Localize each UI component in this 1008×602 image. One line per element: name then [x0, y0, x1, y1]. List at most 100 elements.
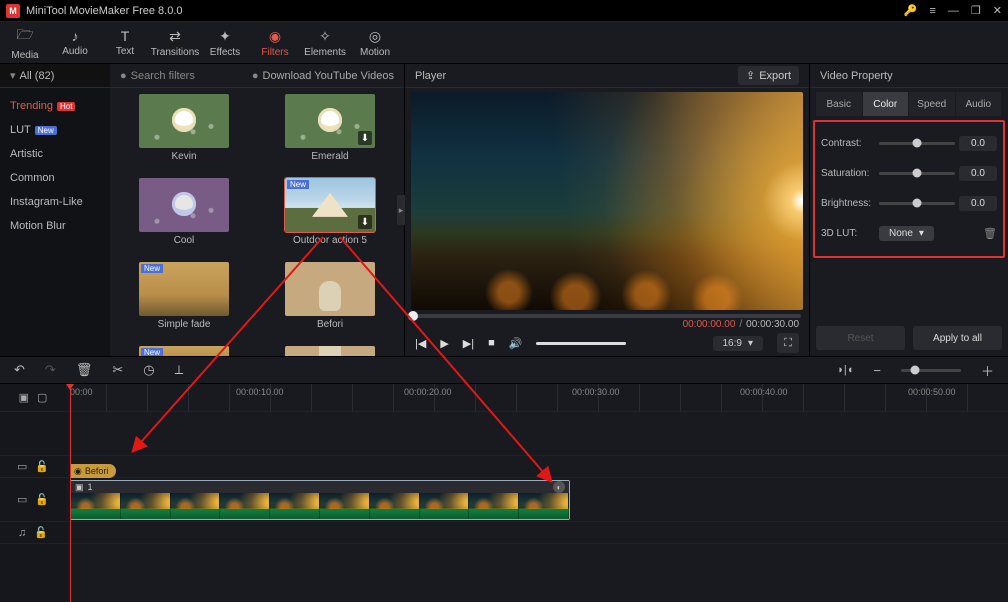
undo-icon[interactable]: ↶ [14, 362, 25, 378]
seek-bar[interactable] [413, 314, 801, 318]
category-common[interactable]: Common [0, 166, 110, 190]
prop-tab-basic[interactable]: Basic [816, 92, 863, 116]
maximize-icon[interactable]: ❐ [971, 4, 981, 17]
spacer-track [66, 412, 1008, 456]
filter-item-emerald[interactable]: ⬇ Emerald [260, 94, 400, 174]
auto-volume-icon[interactable]: ◗|◖ [837, 364, 853, 376]
aspect-ratio-select[interactable]: 16:9 ▾ [713, 336, 764, 351]
lut-select[interactable]: None ▾ [879, 226, 934, 241]
fullscreen-icon[interactable]: ⛶ [777, 333, 799, 353]
audio-track-icon[interactable]: ♫ [18, 527, 26, 539]
filter-clip[interactable]: ◉ Befori [70, 464, 116, 478]
tab-text[interactable]: T Text [100, 22, 150, 64]
filter-item-outdoor-action-5[interactable]: New⬇ Outdoor action 5 [260, 178, 400, 258]
lock-icon[interactable]: 🔓 [35, 493, 49, 506]
menu-icon[interactable]: ≡ [929, 5, 935, 17]
reset-button[interactable]: Reset [816, 326, 905, 350]
filter-item-cool[interactable]: Cool [114, 178, 254, 258]
track-head-layers: ▣ ▢ [0, 384, 66, 412]
tab-elements[interactable]: ✧ Elements [300, 22, 350, 64]
contrast-slider[interactable] [879, 142, 955, 145]
filter-item-kevin[interactable]: Kevin [114, 94, 254, 174]
panel-expander[interactable]: ▸ [397, 195, 405, 225]
search-filters-input[interactable]: ● Search filters [110, 70, 242, 82]
current-time: 00:00:00.00 [683, 319, 736, 330]
text-track-icon[interactable]: ▭ [17, 460, 27, 473]
transitions-icon: ⇄ [169, 28, 181, 45]
prop-tab-speed[interactable]: Speed [909, 92, 956, 116]
video-clip[interactable]: ▣ 1 ◐ [70, 480, 570, 520]
zoom-out-icon[interactable]: − [873, 363, 881, 378]
saturation-value[interactable]: 0.0 [959, 166, 997, 181]
saturation-slider[interactable] [879, 172, 955, 175]
volume-icon[interactable]: 🔊 [509, 337, 523, 350]
new-badge: New [141, 264, 163, 273]
crop-icon[interactable]: ⟂ [175, 362, 184, 378]
redo-icon[interactable]: ↷ [45, 362, 56, 378]
category-motion-blur[interactable]: Motion Blur [0, 214, 110, 238]
filter-item-partial-1[interactable]: New [114, 346, 254, 356]
lut-label: 3D LUT: [821, 228, 875, 239]
download-icon: ⬇ [358, 131, 372, 145]
seek-handle[interactable] [408, 311, 418, 321]
filter-clip-icon: ◉ [74, 466, 82, 477]
hot-badge: Hot [57, 102, 75, 111]
brightness-slider[interactable] [879, 202, 955, 205]
video-track-icon[interactable]: ▭ [17, 493, 27, 506]
category-lut[interactable]: LUT New [0, 118, 110, 142]
audio-track[interactable] [66, 522, 1008, 544]
prop-tab-audio[interactable]: Audio [956, 92, 1003, 116]
contrast-value[interactable]: 0.0 [959, 136, 997, 151]
lock-icon[interactable]: 🔓 [35, 460, 49, 473]
upgrade-key-icon[interactable]: 🔑 [904, 4, 918, 17]
tab-effects[interactable]: ✦ Effects [200, 22, 250, 64]
zoom-in-icon[interactable]: ＋ [981, 361, 994, 380]
tab-audio[interactable]: ♪ Audio [50, 22, 100, 64]
filters-all-toggle[interactable]: ▾ All (82) [0, 64, 110, 87]
player-panel: Player ⇪ Export 00:00:00.00 / 00:00:30.0… [405, 64, 810, 356]
category-trending[interactable]: Trending Hot [0, 94, 110, 118]
close-icon[interactable]: ✕ [993, 4, 1002, 17]
stop-icon[interactable]: ■ [488, 337, 495, 349]
play-icon[interactable]: ▶ [440, 337, 448, 350]
layer-copy-icon[interactable]: ▢ [37, 391, 47, 404]
minimize-icon[interactable]: — [948, 5, 959, 17]
prop-tab-color[interactable]: Color [863, 92, 910, 116]
preview-viewport[interactable] [411, 92, 803, 310]
video-track[interactable]: ▣ 1 ◐ [66, 478, 1008, 522]
tab-filters[interactable]: ◉ Filters [250, 22, 300, 64]
filter-track[interactable]: ◉ Befori [66, 456, 1008, 478]
filter-item-partial-2[interactable] [260, 346, 400, 356]
playhead[interactable] [70, 384, 71, 602]
ruler-label: 00:00:50.00 [908, 387, 956, 397]
search-icon: ● [120, 70, 127, 82]
tab-transitions[interactable]: ⇄ Transitions [150, 22, 200, 64]
filter-item-simple-fade[interactable]: New Simple fade [114, 262, 254, 342]
ruler-label: 00:00:40.00 [740, 387, 788, 397]
apply-all-button[interactable]: Apply to all [913, 326, 1002, 350]
split-icon[interactable]: ✂ [112, 362, 123, 378]
new-badge: New [141, 348, 163, 356]
category-artistic[interactable]: Artistic [0, 142, 110, 166]
volume-slider[interactable] [536, 342, 626, 345]
props-title: Video Property [820, 70, 893, 82]
zoom-slider[interactable] [901, 369, 961, 372]
category-instagram[interactable]: Instagram-Like [0, 190, 110, 214]
lock-icon[interactable]: 🔓 [34, 526, 48, 539]
timeline-body[interactable]: 00:00 00:00:10.00 00:00:20.00 00:00:30.0… [66, 384, 1008, 602]
time-ruler[interactable]: 00:00 00:00:10.00 00:00:20.00 00:00:30.0… [66, 384, 1008, 412]
export-button[interactable]: ⇪ Export [738, 66, 799, 85]
trash-icon[interactable]: 🗑 [983, 227, 997, 240]
next-frame-icon[interactable]: ▶| [463, 337, 474, 350]
delete-icon[interactable]: 🗑 [76, 362, 93, 378]
tab-media[interactable]: 🗁 Media [0, 22, 50, 64]
download-youtube-button[interactable]: ● Download YouTube Videos [242, 70, 404, 82]
clip-end-marker-icon: ◐ [553, 481, 565, 493]
layer-icon[interactable]: ▣ [19, 391, 29, 404]
filter-item-befori[interactable]: Befori [260, 262, 400, 342]
tab-motion[interactable]: ◎ Motion [350, 22, 400, 64]
brightness-value[interactable]: 0.0 [959, 196, 997, 211]
prev-frame-icon[interactable]: |◀ [415, 337, 426, 350]
speed-icon[interactable]: ◷ [143, 362, 154, 378]
tab-label: Audio [62, 46, 88, 57]
